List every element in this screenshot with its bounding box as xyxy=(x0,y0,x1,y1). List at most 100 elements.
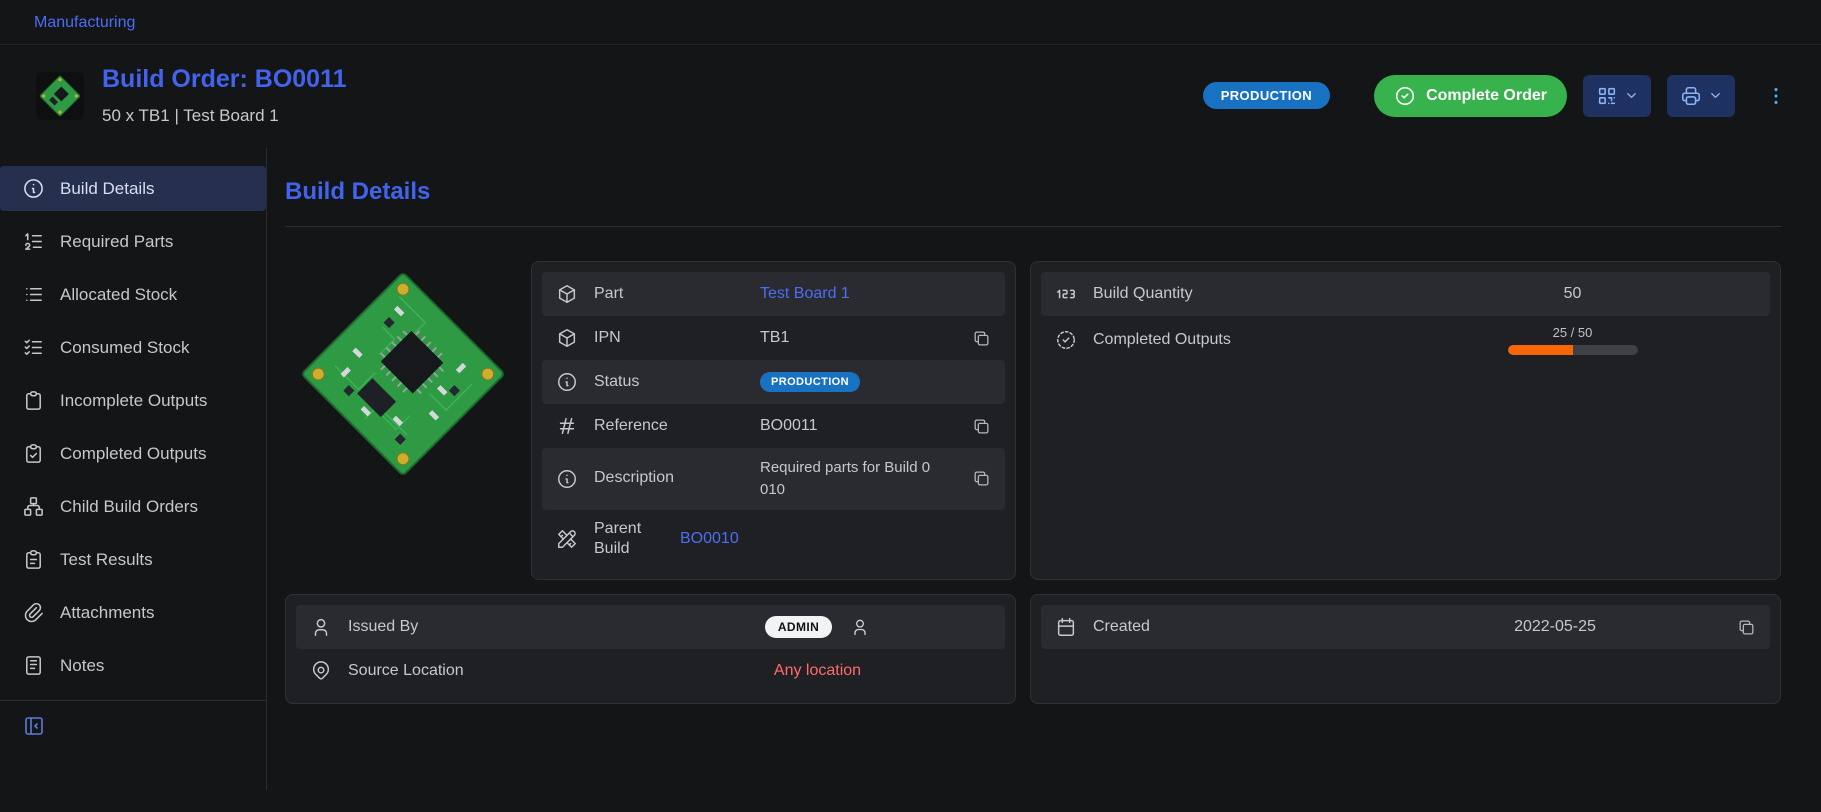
breadcrumb: Manufacturing xyxy=(0,0,1821,45)
sidebar-item-attachments[interactable]: Attachments xyxy=(0,590,266,635)
clipboard-icon xyxy=(22,389,45,412)
collapse-sidebar-button[interactable] xyxy=(22,714,46,738)
barcode-actions-button[interactable] xyxy=(1583,75,1651,117)
admin-badge: ADMIN xyxy=(765,616,832,638)
copy-icon xyxy=(1737,618,1756,637)
detail-row-part: Part Test Board 1 xyxy=(542,272,1005,316)
detail-label: Part xyxy=(594,284,744,305)
page-title: Build Order: BO0011 xyxy=(102,65,347,94)
tools-icon xyxy=(556,528,578,550)
qr-code-icon xyxy=(1596,85,1618,107)
detail-label: Completed Outputs xyxy=(1093,331,1373,349)
user-icon xyxy=(310,616,332,638)
copy-icon xyxy=(972,469,991,488)
sidebar-item-label: Test Results xyxy=(60,550,153,570)
issued-by-row: Issued By ADMIN xyxy=(296,605,1005,649)
completed-outputs-progress: 25 / 50 xyxy=(1389,325,1756,355)
package-icon xyxy=(556,283,578,305)
completed-outputs-row: Completed Outputs 25 / 50 xyxy=(1041,316,1770,364)
print-actions-button[interactable] xyxy=(1667,75,1735,117)
info-circle-icon xyxy=(556,468,578,490)
numbers-123-icon xyxy=(1055,283,1077,305)
detail-label: Source Location xyxy=(348,662,628,680)
page-subtitle: 50 x TB1 | Test Board 1 xyxy=(102,106,347,126)
detail-label: Issued By xyxy=(348,618,628,636)
detail-label: Reference xyxy=(594,416,744,437)
main-content: Build Details xyxy=(267,148,1821,790)
detail-label: Created xyxy=(1093,618,1373,636)
sidebar-item-build-details[interactable]: Build Details xyxy=(0,166,266,211)
clipboard-check-icon xyxy=(22,442,45,465)
detail-label: Status xyxy=(594,372,744,393)
detail-row-description: Description Required parts for Build 001… xyxy=(542,448,1005,510)
part-link[interactable]: Test Board 1 xyxy=(760,285,850,302)
list-icon xyxy=(22,283,45,306)
created-panel: Created 2022-05-25 xyxy=(1030,594,1781,704)
status-badge: PRODUCTION xyxy=(760,372,860,392)
section-heading: Build Details xyxy=(285,178,1781,206)
more-actions-button[interactable] xyxy=(1761,81,1791,111)
copy-button[interactable] xyxy=(972,469,991,488)
list-check-icon xyxy=(22,336,45,359)
copy-button[interactable] xyxy=(972,417,991,436)
sidebar-item-test-results[interactable]: Test Results xyxy=(0,537,266,582)
detail-value: BO0011 xyxy=(760,417,956,435)
chevron-down-icon xyxy=(1624,88,1639,103)
dots-vertical-icon xyxy=(1765,85,1787,107)
source-location-value: Any location xyxy=(774,662,861,680)
sidebar-item-notes[interactable]: Notes xyxy=(0,643,266,688)
calendar-icon xyxy=(1055,616,1077,638)
detail-label: IPN xyxy=(594,328,744,349)
info-circle-icon xyxy=(22,177,45,200)
sidebar-item-required-parts[interactable]: Required Parts xyxy=(0,219,266,264)
sidebar-item-label: Allocated Stock xyxy=(60,285,177,305)
sidebar: Build Details Required Parts Allocated S… xyxy=(0,148,267,790)
progress-text: 25 / 50 xyxy=(1553,325,1593,340)
sidebar-item-completed-outputs[interactable]: Completed Outputs xyxy=(0,431,266,476)
complete-order-label: Complete Order xyxy=(1426,87,1547,105)
sidebar-item-child-build-orders[interactable]: Child Build Orders xyxy=(0,484,266,529)
detail-row-parent-build: Parent Build BO0010 xyxy=(542,510,1005,570)
sidebar-item-label: Child Build Orders xyxy=(60,497,198,517)
detail-row-ipn: IPN TB1 xyxy=(542,316,1005,360)
sidebar-item-label: Notes xyxy=(60,656,104,676)
sitemap-icon xyxy=(22,495,45,518)
pcb-image xyxy=(290,261,516,487)
sidebar-footer xyxy=(0,700,266,756)
detail-value: TB1 xyxy=(760,329,956,347)
sidebar-item-allocated-stock[interactable]: Allocated Stock xyxy=(0,272,266,317)
progress-fill xyxy=(1508,345,1573,355)
build-quantity-row: Build Quantity 50 xyxy=(1041,272,1770,316)
progress-bar xyxy=(1508,345,1638,355)
sidebar-item-incomplete-outputs[interactable]: Incomplete Outputs xyxy=(0,378,266,423)
map-pin-icon xyxy=(310,660,332,682)
build-quantity-value: 50 xyxy=(1389,285,1756,303)
breadcrumb-manufacturing-link[interactable]: Manufacturing xyxy=(34,14,135,31)
detail-label: Description xyxy=(594,468,744,489)
sidebar-item-label: Required Parts xyxy=(60,232,173,252)
copy-button[interactable] xyxy=(972,329,991,348)
detail-row-reference: Reference BO0011 xyxy=(542,404,1005,448)
sidebar-collapse-icon xyxy=(22,714,46,738)
parent-build-link[interactable]: BO0010 xyxy=(680,530,739,547)
progress-check-icon xyxy=(1055,329,1077,351)
chevron-down-icon xyxy=(1708,88,1723,103)
sidebar-item-label: Consumed Stock xyxy=(60,338,189,358)
printer-icon xyxy=(1680,85,1702,107)
part-thumbnail xyxy=(36,72,84,120)
notes-icon xyxy=(22,654,45,677)
detail-value: Required parts for Build 0010 xyxy=(760,457,935,501)
issued-panel: Issued By ADMIN Source Location xyxy=(285,594,1016,704)
copy-icon xyxy=(972,417,991,436)
sidebar-item-consumed-stock[interactable]: Consumed Stock xyxy=(0,325,266,370)
created-value: 2022-05-25 xyxy=(1389,618,1721,636)
build-details-panel: Part Test Board 1 IPN TB1 xyxy=(531,261,1016,580)
package-icon xyxy=(556,327,578,349)
page-header: Build Order: BO0011 50 x TB1 | Test Boar… xyxy=(0,45,1821,148)
complete-order-button[interactable]: Complete Order xyxy=(1374,75,1567,117)
heading-divider xyxy=(285,226,1781,227)
sidebar-item-label: Incomplete Outputs xyxy=(60,391,207,411)
copy-button[interactable] xyxy=(1737,618,1756,637)
sidebar-item-label: Attachments xyxy=(60,603,155,623)
circle-check-icon xyxy=(1394,85,1416,107)
